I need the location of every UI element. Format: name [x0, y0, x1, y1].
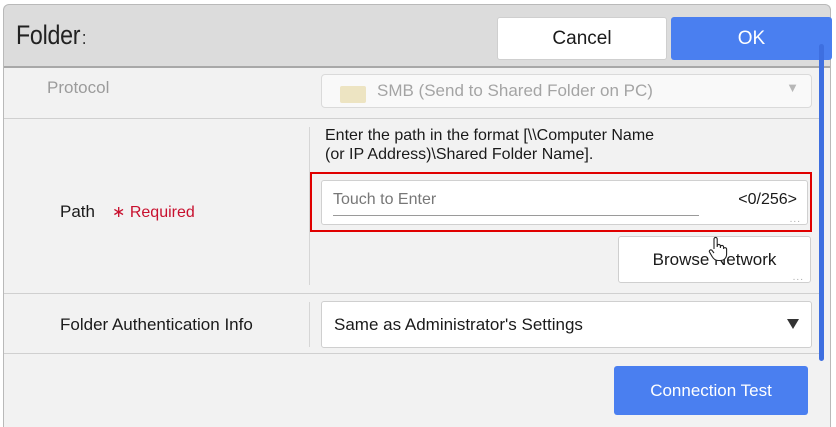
- dialog-header: Folder: Cancel OK: [3, 4, 832, 66]
- folder-auth-select[interactable]: Same as Administrator's Settings: [321, 301, 812, 348]
- chevron-down-icon: [787, 319, 799, 329]
- folder-auth-row: Folder Authentication Info Same as Admin…: [4, 293, 820, 354]
- cancel-button[interactable]: Cancel: [497, 17, 667, 60]
- protocol-row: Protocol SMB (Send to Shared Folder on P…: [4, 66, 820, 118]
- dialog-title-text: Folder: [16, 20, 81, 50]
- scrollbar[interactable]: [819, 44, 824, 361]
- protocol-label: Protocol: [47, 78, 110, 97]
- settings-panel: Protocol SMB (Send to Shared Folder on P…: [3, 66, 831, 427]
- highlight-box: [310, 172, 812, 232]
- dialog-title-colon: :: [81, 28, 87, 48]
- folder-auth-label: Folder Authentication Info: [60, 315, 253, 334]
- folder-icon: [340, 86, 366, 103]
- folder-dialog: Folder: Cancel OK Protocol SMB (Send to …: [0, 0, 836, 427]
- connection-test-button[interactable]: Connection Test: [614, 366, 808, 415]
- required-indicator: ∗ Required: [112, 204, 195, 221]
- ok-button[interactable]: OK: [671, 17, 832, 60]
- column-divider: [309, 302, 310, 347]
- hand-cursor-icon: [708, 236, 728, 262]
- path-label: Path: [60, 202, 95, 221]
- dialog-title: Folder:: [16, 20, 86, 51]
- protocol-select[interactable]: SMB (Send to Shared Folder on PC) ▼: [321, 74, 812, 108]
- path-hint-line-1: Enter the path in the format [\\Computer…: [325, 127, 655, 144]
- more-indicator: ...: [792, 272, 804, 283]
- folder-auth-value: Same as Administrator's Settings: [334, 315, 583, 334]
- protocol-value: SMB (Send to Shared Folder on PC): [377, 81, 653, 100]
- path-format-hint: Enter the path in the format [\\Computer…: [325, 126, 725, 164]
- path-row: Path ∗ Required Enter the path in the fo…: [4, 118, 820, 293]
- chevron-down-icon: ▼: [786, 80, 799, 95]
- path-hint-line-2: (or IP Address)\Shared Folder Name].: [325, 146, 594, 163]
